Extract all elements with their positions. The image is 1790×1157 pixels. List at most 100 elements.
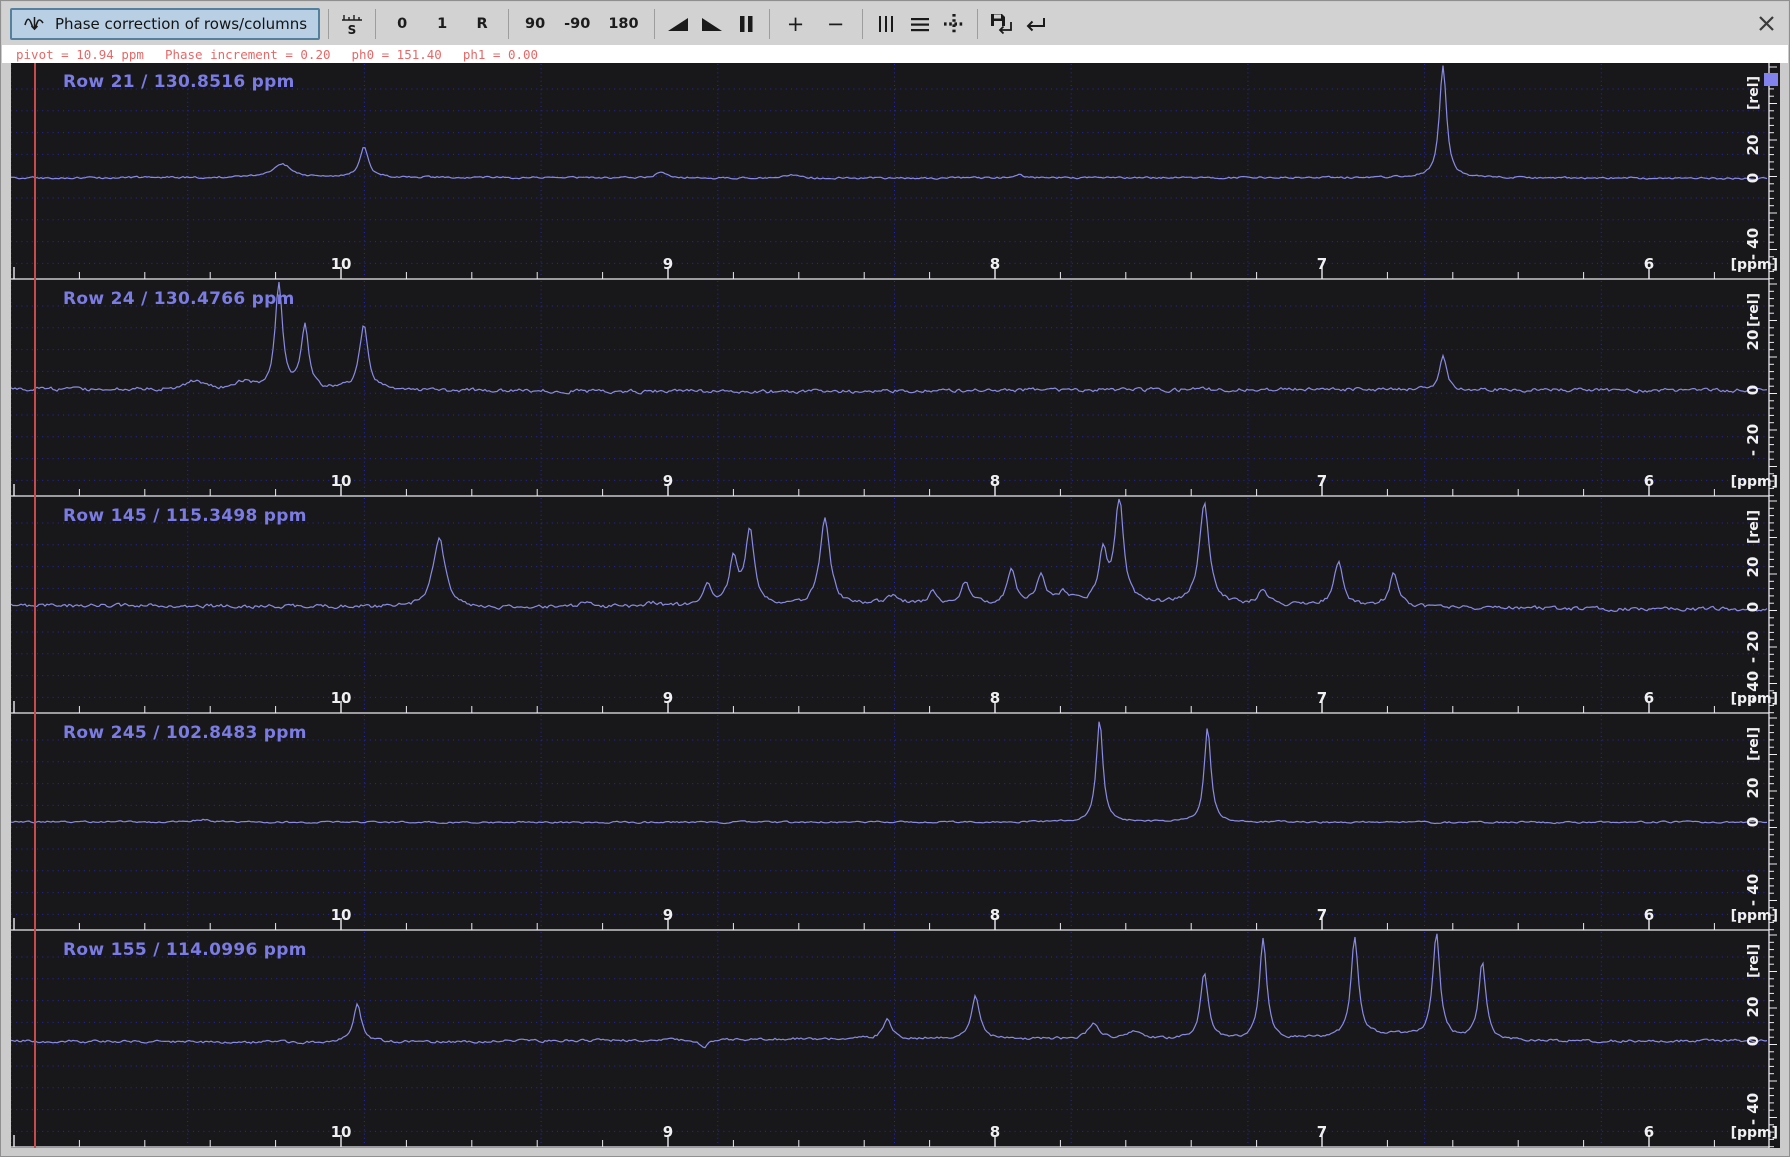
- x-tick-label: 7: [1317, 1123, 1327, 1141]
- x-tick-label: 7: [1317, 255, 1327, 273]
- y-tick-label: 0: [1744, 817, 1762, 827]
- svg-text:S: S: [348, 23, 357, 37]
- vertical-scrollbar-thumb[interactable]: [1764, 73, 1778, 86]
- x-tick-label: 7: [1317, 472, 1327, 490]
- pause-button[interactable]: [731, 8, 761, 40]
- x-tick-label: 6: [1644, 472, 1654, 490]
- y-tick-label: [rel]: [1746, 727, 1762, 761]
- row-label-4: Row 245 / 102.8483 ppm: [63, 723, 307, 743]
- save-return-icon: [988, 12, 1014, 36]
- row-label-1: Row 21 / 130.8516 ppm: [63, 72, 295, 92]
- status-bar: pivot = 10.94 ppm Phase increment = 0.20…: [2, 45, 1788, 63]
- y-tick-label: - 40: [1744, 671, 1762, 703]
- status-phase-increment: Phase increment = 0.20: [164, 46, 331, 62]
- toolbar: Phase correction of rows/columns S 0 1 R…: [2, 2, 1788, 46]
- ramp-down-button[interactable]: [697, 8, 727, 40]
- x-tick-label: 6: [1644, 1123, 1654, 1141]
- x-tick-label: 9: [663, 255, 673, 273]
- x-axis-unit-label: [ppm]: [1731, 908, 1778, 924]
- phase-button-label: Phase correction of rows/columns: [55, 14, 308, 33]
- y-tick-label: [rel]: [1746, 510, 1762, 544]
- spectra-area[interactable]: 10 9 8 7 6 [ppm] [rel] 20 0 - 40 10 9 8 7 6 [ppm] [rel] 2…: [11, 63, 1780, 1148]
- scale-s-icon: S: [340, 10, 364, 38]
- increase-button[interactable]: +: [778, 9, 814, 39]
- phase-90-button[interactable]: 90: [517, 9, 553, 39]
- ramp-up-button[interactable]: [663, 8, 693, 40]
- status-pivot: pivot = 10.94 ppm: [16, 46, 144, 62]
- toolbar-separator: [653, 8, 655, 39]
- x-axis-unit-label: [ppm]: [1731, 1125, 1778, 1141]
- x-axis-unit-label: [ppm]: [1731, 474, 1778, 490]
- row-label-5: Row 155 / 114.0996 ppm: [63, 940, 307, 960]
- phase-180-button[interactable]: 180: [601, 9, 645, 39]
- y-tick-label: 20: [1744, 330, 1762, 351]
- x-tick-label: 10: [331, 1123, 352, 1141]
- y-tick-label: 20: [1744, 135, 1762, 156]
- y-tick-label: - 40: [1744, 1093, 1762, 1125]
- x-tick-label: 8: [990, 689, 1000, 707]
- spectrum-panel-2: 10 9 8 7 6 [ppm] [rel] 20 0 - 20: [11, 280, 1778, 497]
- return-icon: [1023, 13, 1047, 35]
- y-tick-label: [rel]: [1746, 944, 1762, 978]
- toolbar-separator: [375, 8, 377, 39]
- ramp-up-icon: [666, 14, 690, 34]
- phase-zero-order-button[interactable]: 0: [384, 9, 420, 39]
- toolbar-separator: [976, 8, 978, 39]
- vertical-arrange-button[interactable]: [871, 8, 901, 40]
- pivot-line[interactable]: [34, 63, 36, 1148]
- close-icon: [1757, 14, 1776, 33]
- phase-minus90-button[interactable]: -90: [557, 9, 597, 39]
- spectrum-panel-1: 10 9 8 7 6 [ppm][rel]200- 40: [11, 63, 1778, 280]
- phase-first-order-button[interactable]: 1: [424, 9, 460, 39]
- x-tick-label: 10: [331, 906, 352, 924]
- y-tick-label: - 20: [1744, 631, 1762, 663]
- save-and-return-button[interactable]: [986, 8, 1016, 40]
- y-tick-label: 0: [1744, 173, 1762, 183]
- toolbar-separator: [861, 8, 863, 39]
- spectrum-panel-4: 10 9 8 7 6 [ppm] [rel] 20 0 - 40: [11, 714, 1778, 931]
- phase-correction-window: Phase correction of rows/columns S 0 1 R…: [0, 0, 1790, 1157]
- toolbar-separator: [508, 8, 510, 39]
- horizontal-arrange-button[interactable]: [905, 8, 935, 40]
- spectra-canvas[interactable]: 10 9 8 7 6 [ppm] [rel] 20 0 - 40 10 9 8 7 6 [ppm] [rel] 2…: [11, 63, 1780, 1148]
- y-tick-label: 20: [1744, 557, 1762, 578]
- toolbar-separator: [328, 8, 330, 39]
- ramp-down-icon: [700, 14, 724, 34]
- x-tick-label: 6: [1644, 689, 1654, 707]
- phase-reset-button[interactable]: R: [464, 9, 500, 39]
- y-tick-label: 0: [1744, 602, 1762, 612]
- status-ph0: ph0 = 151.40: [351, 46, 442, 62]
- y-tick-label: [rel]: [1746, 76, 1762, 110]
- toolbar-separator: [768, 8, 770, 39]
- close-button[interactable]: [1754, 11, 1778, 35]
- x-tick-label: 8: [990, 906, 1000, 924]
- x-tick-label: 9: [663, 906, 673, 924]
- vertical-lines-icon: [876, 14, 896, 34]
- decrease-button[interactable]: −: [818, 9, 854, 39]
- phase-correction-mode-button[interactable]: Phase correction of rows/columns: [10, 7, 321, 40]
- dotted-cross-icon: [942, 12, 966, 36]
- x-tick-label: 9: [663, 689, 673, 707]
- return-button[interactable]: [1020, 8, 1050, 40]
- x-tick-label: 9: [663, 1123, 673, 1141]
- x-tick-label: 8: [990, 255, 1000, 273]
- x-tick-label: 8: [990, 1123, 1000, 1141]
- pause-icon: [737, 14, 755, 34]
- x-tick-label: 6: [1644, 255, 1654, 273]
- x-tick-label: 8: [990, 472, 1000, 490]
- overlay-arrange-button[interactable]: [939, 8, 969, 40]
- y-tick-label: - 40: [1744, 874, 1762, 906]
- row-label-2: Row 24 / 130.4766 ppm: [63, 289, 295, 309]
- x-tick-label: 9: [663, 472, 673, 490]
- y-tick-label: 20: [1744, 778, 1762, 799]
- x-tick-label: 7: [1317, 689, 1327, 707]
- spectrum-panel-3: 10 9 8 7 6 [ppm][rel]200- 20- 40: [11, 497, 1778, 714]
- x-tick-label: 10: [331, 255, 352, 273]
- x-tick-label: 6: [1644, 906, 1654, 924]
- scale-reference-button[interactable]: S: [337, 8, 367, 40]
- spectrum-panel-5: 10 9 8 7 6 [ppm] [rel] 20 0 - 40: [11, 931, 1778, 1148]
- x-tick-label: 10: [331, 689, 352, 707]
- y-tick-label: - 40: [1744, 228, 1762, 260]
- x-tick-label: 10: [331, 472, 352, 490]
- y-tick-label: 20: [1744, 997, 1762, 1018]
